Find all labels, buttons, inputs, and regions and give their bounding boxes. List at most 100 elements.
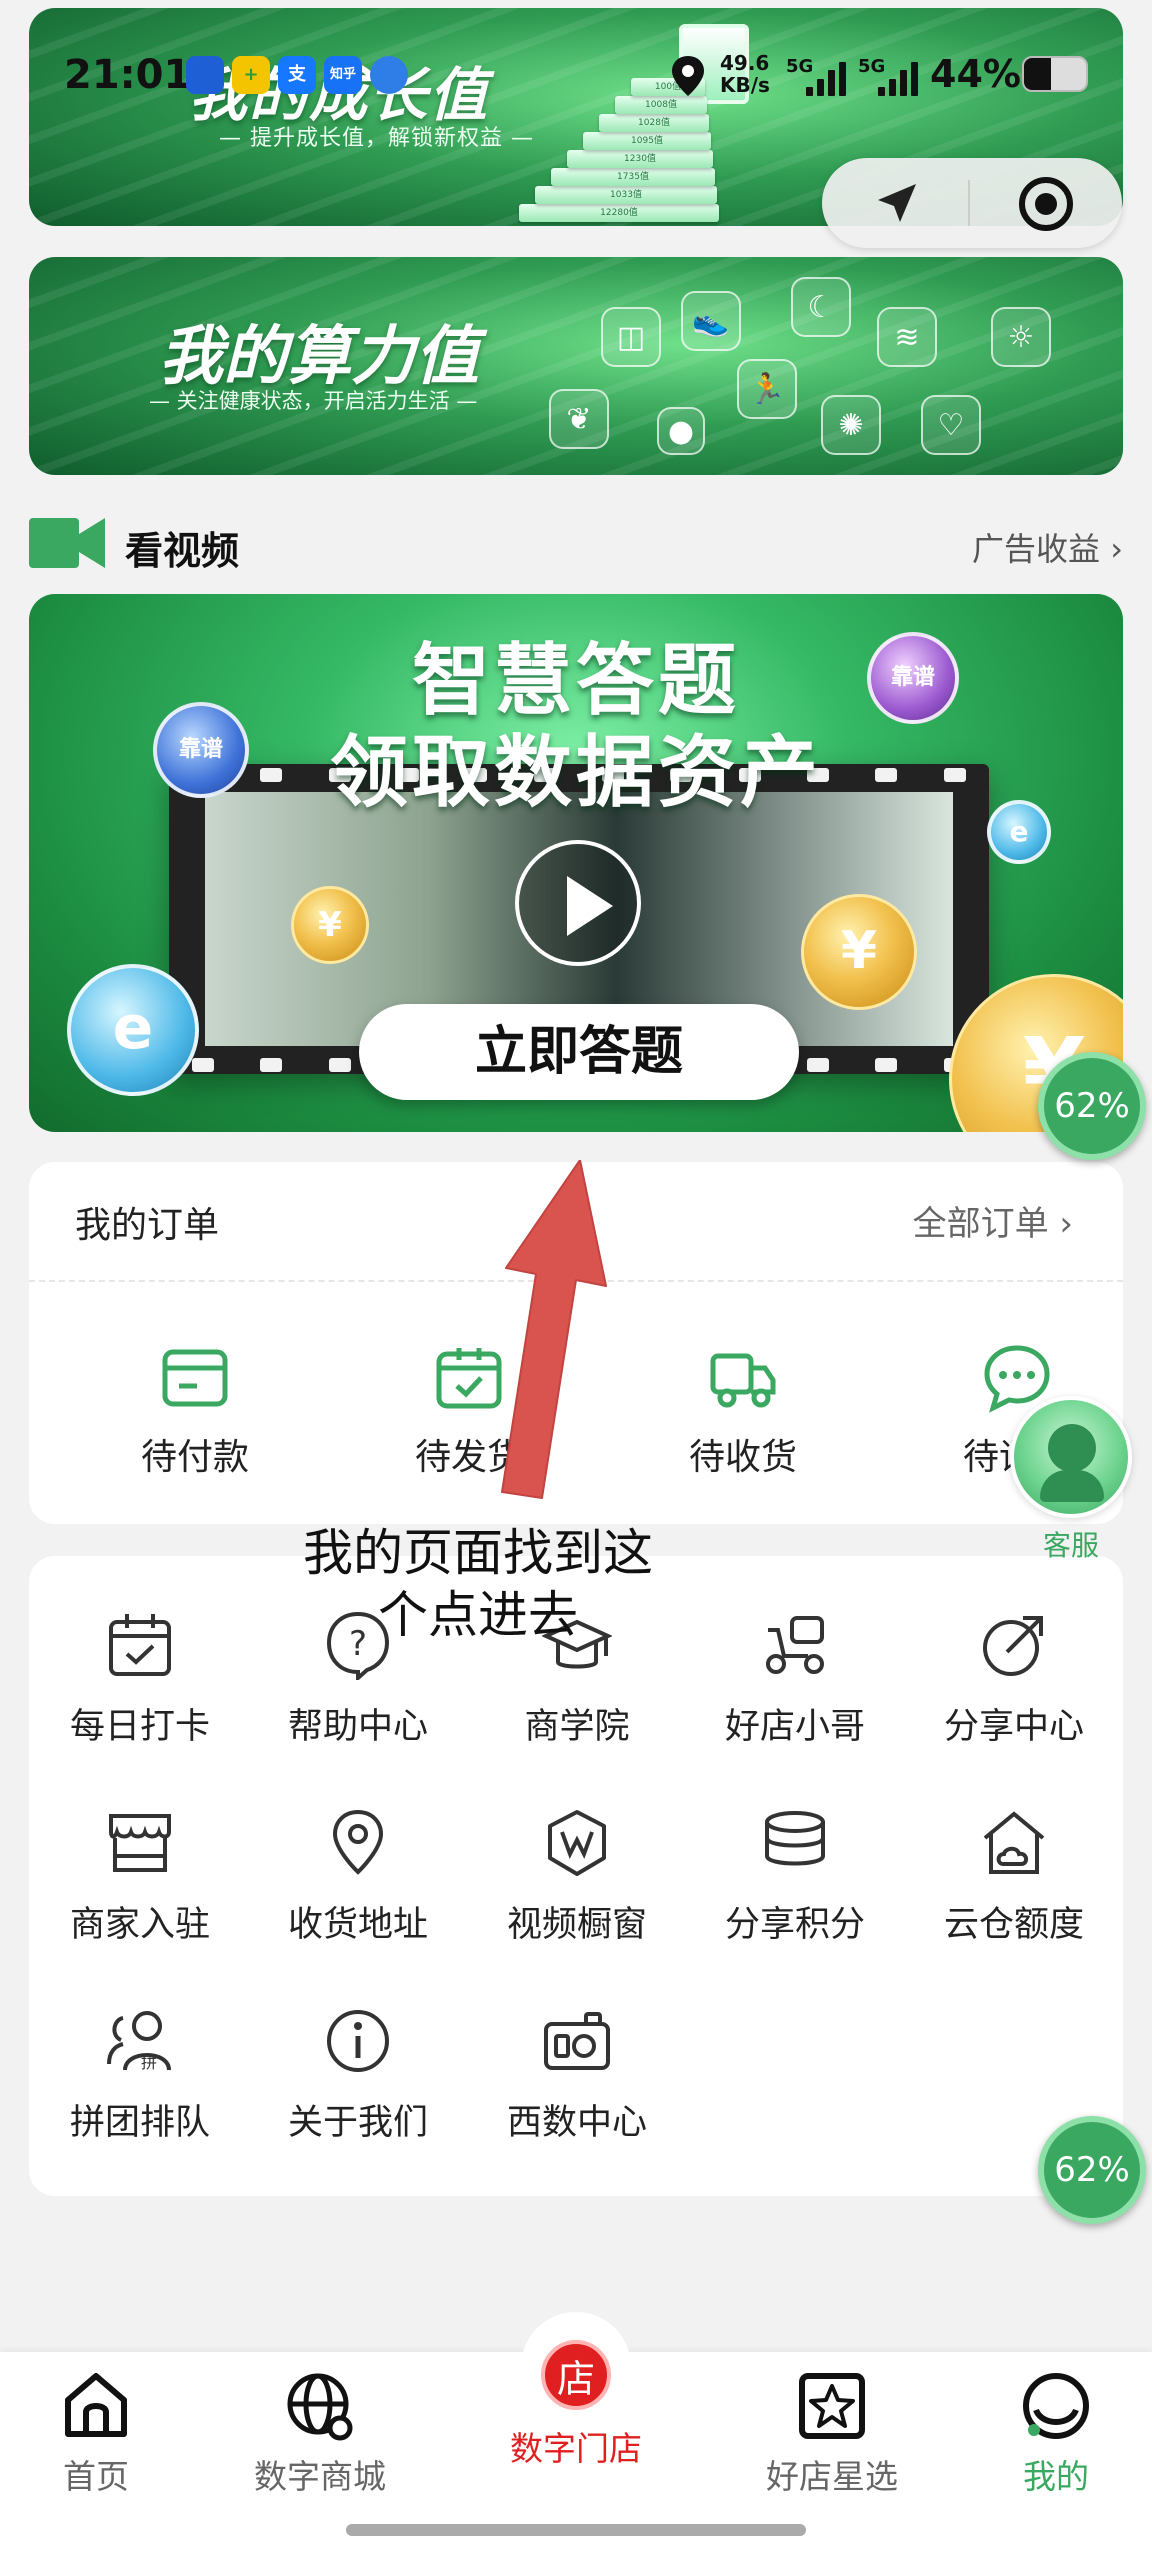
all-orders-link[interactable]: 全部订单 › [913,1196,1073,1245]
floating-location-controls [822,158,1122,248]
order-item-label: 待收货 [688,1437,797,1478]
video-section-title: 看视频 [125,529,240,573]
svg-text:拼: 拼 [141,2053,157,2072]
nav-digital-mall[interactable]: 数字商城 [220,2370,420,2498]
compute-banner-title: 我的算力值 [159,320,479,394]
progress-badge[interactable]: 62% [1038,2116,1146,2224]
play-button[interactable] [515,840,641,966]
annotation-line-2: 个点进去 [378,1586,578,1644]
ad-revenue-link[interactable]: 广告收益 › [972,524,1123,570]
order-pending-payment[interactable]: 待付款 [105,1342,285,1480]
annotation-line-1: 我的页面找到这 [303,1524,653,1582]
tool-label: 帮助中心 [287,1707,428,1747]
customer-service-label: 客服 [1042,1529,1099,1562]
annotation-text: 我的页面找到这 个点进去 [268,1522,688,1646]
e-coin-icon: e [67,964,199,1096]
health-icons-cluster: ◫ 👟 ☾ 🏃 ≋ ☼ ❦ ✺ ♡ ● [549,277,1099,467]
tool-label: 收货地址 [287,1905,428,1945]
home-indicator[interactable] [346,2524,806,2536]
running-icon: 🏃 [737,359,797,419]
reliable-orb-label: 靠谱 [178,737,223,762]
customer-service-button[interactable]: 客服 [1006,1396,1136,1566]
services-grid-card: 每日打卡 ? 帮助中心 商学院 好店小哥 分享中心 商家入驻 收货地址 视频橱窗… [29,1556,1123,2196]
annotation-arrow-icon [501,1160,607,1499]
navigation-arrow-icon[interactable] [870,178,922,230]
nav-label: 好店星选 [766,2457,898,2496]
store-badge-icon: 店 [541,2340,611,2410]
profile-smile-icon [1023,2373,1089,2439]
share-points-item[interactable]: 分享积分 [690,1808,900,1947]
shoe-icon: 👟 [681,291,741,351]
globe-shop-icon [287,2373,353,2441]
merchant-join-item[interactable]: 商家入驻 [35,1808,245,1947]
quiz-video-card[interactable]: 智慧答题 领取数据资产 靠谱 靠谱 e e ¥ ¥ ¥ 立即答题 [29,594,1123,1132]
home-icon [65,2373,127,2437]
coin-stack-icon [765,1811,825,1866]
cloud-warehouse-icon [983,1811,1045,1874]
truck-icon [710,1353,776,1408]
calendar-check-icon [109,1614,171,1676]
divider [968,180,970,226]
stair-step: 100值 [631,78,705,96]
xishu-center-item[interactable]: 西数中心 [472,2006,682,2145]
compute-value-banner[interactable]: 我的算力值 — 关注健康状态，开启活力生活 — ◫ 👟 ☾ 🏃 ≋ ☼ ❦ ✺ … [29,257,1123,475]
shipping-address-item[interactable]: 收货地址 [253,1808,463,1947]
storefront-icon [109,1814,171,1872]
nav-profile[interactable]: 我的 [956,2370,1152,2498]
nav-home[interactable]: 首页 [0,2370,196,2498]
nav-digital-store[interactable]: 店 数字门店 [476,2312,676,2470]
camera-icon [544,2012,610,2070]
store-badge-holder: 店 [521,2312,631,2422]
reliable-orb-icon: 靠谱 [153,702,249,798]
moon-icon: ☾ [791,277,851,337]
daily-checkin-item[interactable]: 每日打卡 [35,1610,245,1749]
compute-banner-subtitle: — 关注健康状态，开启活力生活 — [149,389,478,413]
order-pending-receipt[interactable]: 待收货 [653,1342,833,1480]
location-pin-icon [332,1809,384,1875]
video-showcase-item[interactable]: 视频橱窗 [472,1808,682,1947]
reliable-orb-label: 靠谱 [890,665,935,690]
video-window-icon [548,1810,606,1876]
stair-step: 1028值 [599,114,709,132]
headset-agent-icon [1010,1396,1132,1518]
courier-item[interactable]: 好店小哥 [690,1610,900,1749]
stair-step: 1735值 [551,168,715,186]
video-section-header: 看视频 广告收益 › [29,512,1123,573]
stair-step: 1033值 [535,186,717,204]
stair-step: 1095值 [583,132,711,150]
gold-coin-icon: ¥ [801,894,917,1010]
tool-label: 每日打卡 [69,1707,210,1747]
leaf-icon: ❦ [549,389,609,449]
group-queue-icon: 拼 [107,2011,171,2072]
stair-step: 1230值 [567,150,713,168]
e-coin-small-icon: e [987,800,1051,864]
tool-label: 分享积分 [724,1905,865,1945]
nav-good-store-picks[interactable]: 好店星选 [732,2370,932,2498]
star-box-icon [799,2373,865,2439]
tool-label: 云仓额度 [943,1905,1084,1945]
cloud-warehouse-item[interactable]: 云仓额度 [909,1808,1119,1947]
gold-coin-symbol: ¥ [318,905,342,945]
progress-badge[interactable]: 62% [1038,1052,1146,1160]
about-us-item[interactable]: 关于我们 [253,2006,463,2145]
wallet-card-icon [162,1349,228,1407]
group-buy-queue-item[interactable]: 拼 拼团排队 [35,2006,245,2145]
share-arrow-icon [983,1616,1043,1676]
tool-label: 关于我们 [287,2103,428,2143]
share-center-item[interactable]: 分享中心 [909,1610,1119,1749]
tool-label: 商学院 [524,1707,630,1747]
cup-icon: ◫ [601,307,661,367]
answer-now-button[interactable]: 立即答题 [359,1004,799,1100]
nav-label: 首页 [63,2457,129,2496]
orders-title: 我的订单 [75,1205,220,1246]
info-circle-icon [327,2010,389,2072]
order-item-label: 待付款 [140,1437,249,1478]
stair-step: 1008值 [615,96,707,114]
nav-label: 我的 [1023,2457,1089,2496]
nav-label: 数字门店 [510,2429,642,2468]
target-record-icon[interactable] [1018,176,1074,232]
reliable-orb-icon: 靠谱 [867,632,959,724]
stair-step: 12280值 [519,204,719,222]
nav-label: 数字商城 [254,2457,386,2496]
growth-banner-subtitle: — 提升成长值，解锁新权益 — [219,126,534,151]
